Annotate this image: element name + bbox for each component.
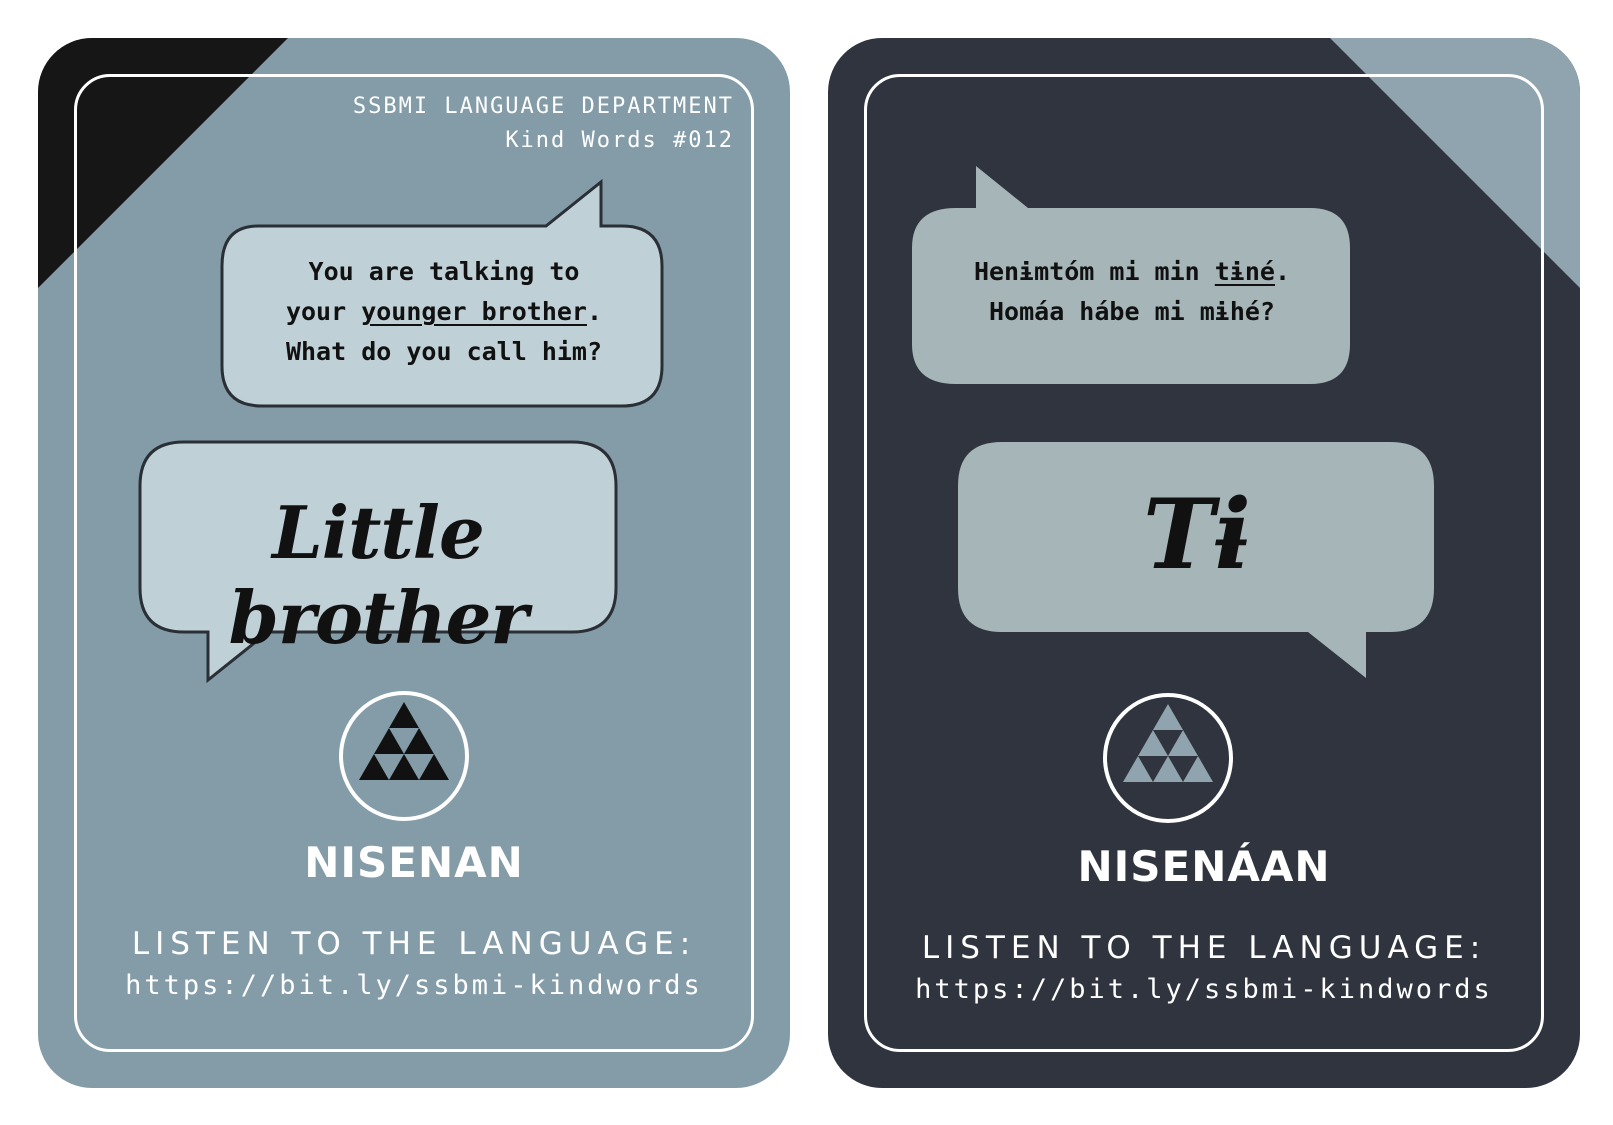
prompt-text: Henɨmtóm mi min tɨné. Homáa hábe mi mɨhé…: [912, 252, 1352, 332]
kind-words-card-english: SSBMI LANGUAGE DEPARTMENT Kind Words #01…: [38, 38, 790, 1088]
prompt-keyword: younger brother: [361, 297, 587, 326]
triangle-of-triangles-in-circle-icon: [339, 691, 469, 821]
prompt-line-1-end: .: [1274, 257, 1291, 286]
answer-word: Little brother: [228, 490, 529, 660]
prompt-line-1: Henɨmtóm mi min tɨné.: [912, 252, 1352, 292]
listen-label: LISTEN TO THE LANGUAGE:: [921, 930, 1487, 966]
listen-url-link[interactable]: https://bit.ly/ssbmi-kindwords: [828, 974, 1580, 1005]
prompt-speech-bubble: Henɨmtóm mi min tɨné. Homáa hábe mi mɨhé…: [912, 164, 1352, 386]
prompt-line-2-start: your: [285, 297, 362, 326]
card-header: SSBMI LANGUAGE DEPARTMENT Kind Words #01…: [353, 90, 734, 158]
department-label: SSBMI LANGUAGE DEPARTMENT: [352, 94, 734, 119]
triangle-of-triangles-in-circle-icon: [1103, 693, 1233, 823]
listen-label: LISTEN TO THE LANGUAGE:: [131, 926, 697, 962]
prompt-line-1-start: Henɨmtóm mi min: [973, 257, 1215, 286]
prompt-text: You are talking to your younger brother.…: [218, 252, 670, 372]
prompt-line-2: Homáa hábe mi mɨhé?: [989, 297, 1275, 326]
language-name: NISENÁAN: [1077, 842, 1331, 891]
prompt-line-2: your younger brother.: [218, 292, 670, 332]
answer-speech-bubble: Little brother: [136, 438, 620, 688]
answer-word: Tɨ: [1143, 478, 1251, 591]
prompt-keyword: tɨné: [1214, 257, 1275, 286]
prompt-line-3: What do you call him?: [285, 337, 603, 366]
kind-words-card-nisenaan: Henɨmtóm mi min tɨné. Homáa hábe mi mɨhé…: [828, 38, 1580, 1088]
prompt-line-1: You are talking to: [308, 257, 580, 286]
card-number-label: Kind Words #012: [505, 128, 734, 153]
language-name: NISENAN: [304, 838, 524, 887]
answer-speech-bubble: Tɨ: [958, 442, 1436, 682]
listen-url-link[interactable]: https://bit.ly/ssbmi-kindwords: [38, 970, 790, 1001]
prompt-speech-bubble: You are talking to your younger brother.…: [218, 178, 670, 418]
prompt-line-2-end: .: [586, 297, 603, 326]
